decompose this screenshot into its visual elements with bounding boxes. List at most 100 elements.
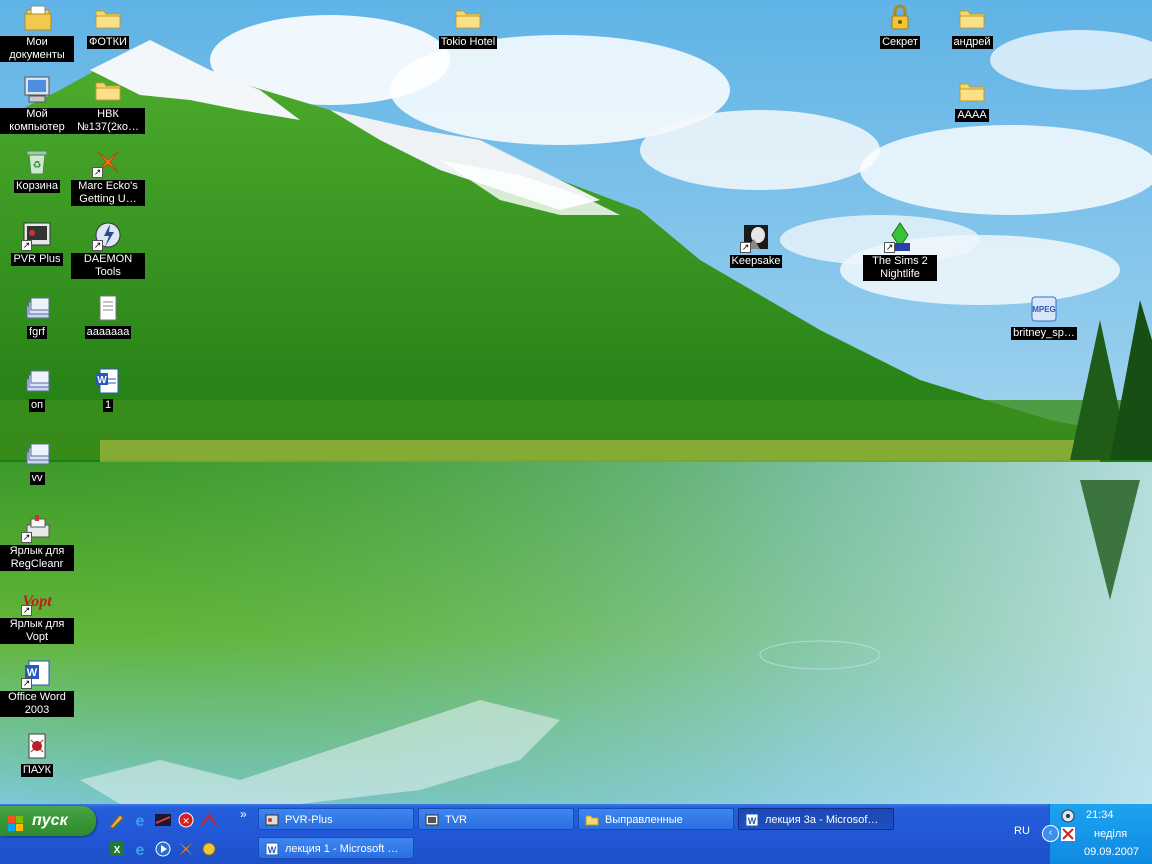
folder-icon <box>956 75 988 107</box>
lock-icon <box>884 2 916 34</box>
desktop-icon-label: Ярлык для Vopt <box>0 618 74 644</box>
task-vypravlennye[interactable]: Выправленные <box>578 808 734 830</box>
windows-flag-icon <box>8 813 24 831</box>
desktop-icon-aaaa[interactable]: АААА <box>935 75 1009 122</box>
svg-text:e: e <box>136 842 145 858</box>
shortcut-arrow-icon: ↗ <box>740 242 751 253</box>
keepsake-icon: ↗ <box>740 221 772 253</box>
desktop-icon-label: ФОТКИ <box>87 36 129 49</box>
desktop-icon-vv[interactable]: vv <box>0 438 74 485</box>
desktop-icon-sekret[interactable]: Секрет <box>863 2 937 49</box>
desktop-icon-sims2-nightlife[interactable]: ↗ The Sims 2 Nightlife <box>863 221 937 281</box>
quicklaunch-media-player-icon[interactable] <box>154 840 172 858</box>
desktop-icon-pvr-plus[interactable]: ↗ PVR Plus <box>0 219 74 266</box>
desktop-icon-label: britney_sp… <box>1011 327 1077 340</box>
marc-ecko-icon: ↗ <box>92 146 124 178</box>
shortcut-arrow-icon: ↗ <box>21 532 32 543</box>
task-tvr[interactable]: TVR <box>418 808 574 830</box>
desktop-icon-my-documents[interactable]: Мои документы <box>0 2 74 62</box>
vopt-icon: Vopt ↗ <box>21 584 53 616</box>
desktop-icon-fgrf[interactable]: fgrf <box>0 292 74 339</box>
pvr-plus-icon <box>265 813 279 827</box>
network-tray-icon[interactable] <box>1060 808 1076 824</box>
svg-text:W: W <box>748 816 757 826</box>
desktop-icon-daemon-tools[interactable]: ↗ DAEMON Tools <box>71 219 145 279</box>
folder-icon <box>92 74 124 106</box>
folder-icon <box>92 2 124 34</box>
task-label: лекция 3а - Microsof… <box>765 814 879 826</box>
task-lecture-1[interactable]: W лекция 1 - Microsoft … <box>258 837 414 859</box>
desktop-icon-label: ПАУК <box>20 764 54 777</box>
svg-text:W: W <box>268 845 277 855</box>
shortcut-arrow-icon: ↗ <box>884 242 895 253</box>
stacked-files-icon <box>21 292 53 324</box>
desktop-icon-op[interactable]: оп <box>0 365 74 412</box>
desktop-icon-label: 1 <box>102 399 114 412</box>
desktop-icon-britney[interactable]: MPEG britney_sp… <box>1007 293 1081 340</box>
shortcut-arrow-icon: ↗ <box>21 240 32 251</box>
svg-text:♻: ♻ <box>33 160 42 171</box>
word-icon: W <box>265 842 279 856</box>
language-indicator[interactable]: RU <box>1014 825 1030 837</box>
svg-text:MPEG: MPEG <box>1032 305 1056 314</box>
svg-text:✕: ✕ <box>182 816 190 826</box>
shortcut-arrow-icon: ↗ <box>92 167 103 178</box>
quicklaunch-yellow-icon[interactable] <box>200 840 218 858</box>
desktop-icon-regcleanr[interactable]: ↗ Ярлык для RegCleanr <box>0 511 74 571</box>
clock-time[interactable]: 21:34 <box>1086 809 1114 821</box>
word-document-icon: W <box>92 365 124 397</box>
quicklaunch-vopt-icon[interactable] <box>200 811 218 829</box>
desktop-icon-keepsake[interactable]: ↗ Keepsake <box>719 221 793 268</box>
pvr-plus-icon: ↗ <box>21 219 53 251</box>
desktop-icon-label: Корзина <box>14 180 60 193</box>
quicklaunch-overflow-chevron[interactable]: » <box>240 807 247 821</box>
desktop-icon-label: Keepsake <box>729 255 783 268</box>
daemon-tools-icon: ↗ <box>92 219 124 251</box>
quicklaunch-ecko-icon[interactable] <box>177 840 195 858</box>
desktop-icon-fotki[interactable]: ФОТКИ <box>71 2 145 49</box>
desktop-icon-label: андрей <box>951 36 993 49</box>
svg-text:X: X <box>114 845 121 856</box>
task-label: TVR <box>445 814 467 826</box>
task-lecture-3a[interactable]: W лекция 3а - Microsof… <box>738 808 894 830</box>
stacked-files-icon <box>21 438 53 470</box>
desktop-icon-pauk[interactable]: ПАУК <box>0 730 74 777</box>
quicklaunch-ie2-icon[interactable]: e <box>131 840 149 859</box>
quicklaunch-ie-icon[interactable]: e <box>131 811 149 830</box>
desktop-icon-vopt[interactable]: Vopt ↗ Ярлык для Vopt <box>0 584 74 644</box>
desktop-icon-1[interactable]: W 1 <box>71 365 145 412</box>
task-label: лекция 1 - Microsoft … <box>285 843 399 855</box>
desktop-icon-label: PVR Plus <box>11 253 63 266</box>
desktop-icon-label: НВК №137(2ко… <box>71 108 145 134</box>
start-label: пуск <box>32 812 68 829</box>
desktop-icon-label: АААА <box>955 109 989 122</box>
desktop-icon-office-word[interactable]: W ↗ Office Word 2003 <box>0 657 74 717</box>
spider-card-icon <box>21 730 53 762</box>
desktop-icon-nvk[interactable]: НВК №137(2ко… <box>71 74 145 134</box>
desktop-icon-label: Мой компьютер <box>0 108 74 134</box>
start-button[interactable]: пуск <box>0 806 96 836</box>
text-document-icon <box>92 292 124 324</box>
desktop-icon-andrey[interactable]: андрей <box>935 2 1009 49</box>
task-label: PVR-Plus <box>285 814 333 826</box>
my-computer-icon <box>21 74 53 106</box>
word-icon: W <box>745 813 759 827</box>
desktop-icon-label: Office Word 2003 <box>0 691 74 717</box>
quicklaunch-pen-icon[interactable] <box>108 811 126 829</box>
quicklaunch-excel-icon[interactable]: X <box>108 840 126 858</box>
desktop-icon-label: Tokio Hotel <box>438 36 498 49</box>
desktop-icon-my-computer[interactable]: Мой компьютер <box>0 74 74 134</box>
task-pvr-plus[interactable]: PVR-Plus <box>258 808 414 830</box>
desktop-icon-tokio-hotel[interactable]: Tokio Hotel <box>431 2 505 49</box>
desktop-icon-label: Секрет <box>880 36 920 49</box>
quicklaunch-antivirus-icon[interactable]: ✕ <box>177 811 195 829</box>
sims-plumbob-icon: ↗ <box>884 221 916 253</box>
svg-text:W: W <box>97 375 107 386</box>
antivirus-tray-icon[interactable] <box>1060 826 1076 842</box>
desktop-icon-aaaaaaa[interactable]: ааааааа <box>71 292 145 339</box>
desktop-icon-recycle-bin[interactable]: ♻ Корзина <box>0 146 74 193</box>
desktop-icon-label: Ярлык для RegCleanr <box>0 545 74 571</box>
desktop-icon-marc-ecko[interactable]: ↗ Marc Ecko's Getting U… <box>71 146 145 206</box>
tray-collapse-button[interactable]: ‹ <box>1042 825 1059 842</box>
quicklaunch-game-icon[interactable] <box>154 811 172 829</box>
